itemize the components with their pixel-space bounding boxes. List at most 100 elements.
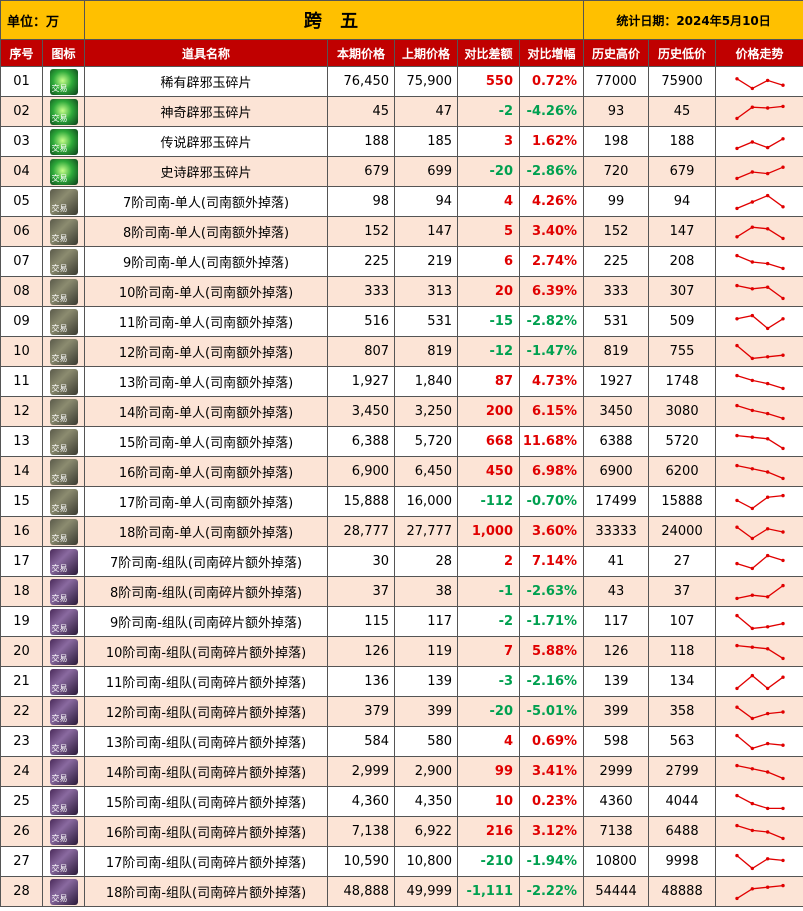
- row-number: 27: [0, 846, 43, 877]
- trend-point: [734, 343, 739, 347]
- col-header-high: 历史高价: [583, 39, 650, 67]
- price-change-pct: 0.23%: [519, 786, 585, 817]
- history-high: 6900: [583, 456, 650, 487]
- history-high: 531: [583, 306, 650, 337]
- trend-point: [780, 296, 785, 300]
- current-price: 98: [327, 186, 396, 217]
- trend-point: [780, 709, 785, 714]
- price-trend-sparkline: [734, 433, 785, 450]
- trend-point: [780, 858, 785, 862]
- price-trend-sparkline: [734, 403, 785, 420]
- trend-line: [736, 464, 783, 479]
- trend-point: [780, 621, 785, 625]
- trend-point: [750, 593, 754, 597]
- trade-tag: 交易: [51, 293, 68, 303]
- trend-point: [750, 435, 754, 439]
- trend-point: [765, 145, 769, 149]
- price-diff: 4: [457, 186, 521, 217]
- history-high: 152: [583, 216, 650, 247]
- row-number: 21: [0, 666, 43, 697]
- price-diff: -12: [457, 336, 521, 367]
- trend-line: [736, 77, 783, 89]
- item-name: 史诗辟邪玉碎片: [84, 156, 329, 187]
- trend-point: [750, 673, 754, 677]
- previous-price: 699: [394, 156, 459, 187]
- item-name: 14阶司南-组队(司南碎片额外掉落): [84, 756, 329, 787]
- trend-point: [750, 566, 754, 570]
- trend-point: [750, 866, 754, 870]
- table-row: 25 交易 15阶司南-组队(司南碎片额外掉落) 4,360 4,350 10 0.23% 4…: [0, 786, 803, 817]
- history-high: 333: [583, 276, 650, 307]
- hz-icon: 交易: [49, 248, 78, 275]
- current-price: 807: [327, 336, 396, 367]
- previous-price: 313: [394, 276, 459, 307]
- trend-line: [736, 764, 783, 779]
- price-diff: -1: [457, 576, 521, 607]
- price-trend-sparkline: [734, 373, 785, 390]
- previous-price: 1,840: [394, 366, 459, 397]
- current-price: 1,927: [327, 366, 396, 397]
- trend-point: [750, 86, 754, 90]
- team-icon: 交易: [49, 638, 78, 665]
- previous-price: 4,350: [394, 786, 459, 817]
- price-diff: -20: [457, 156, 521, 187]
- row-number: 10: [0, 336, 43, 367]
- price-change-pct: 3.12%: [519, 816, 585, 847]
- price-diff: -112: [457, 486, 521, 517]
- col-header-no: 序号: [0, 39, 43, 67]
- price-trend-sparkline: [734, 525, 785, 540]
- price-change-pct: 5.88%: [519, 636, 585, 667]
- trend-point: [734, 853, 739, 857]
- gem-icon: 交易: [49, 158, 78, 185]
- row-number: 02: [0, 96, 43, 127]
- history-low: 208: [648, 246, 717, 277]
- item-icon-cell: 交易: [41, 726, 86, 757]
- table-row: 14 交易 16阶司南-单人(司南额外掉落) 6,900 6,450 450 6.98% 69…: [0, 456, 803, 487]
- row-number: 07: [0, 246, 43, 277]
- price-diff: 668: [457, 426, 521, 457]
- trade-tag: 交易: [51, 203, 68, 213]
- trend-cell: [715, 96, 803, 127]
- item-icon-cell: 交易: [41, 366, 86, 397]
- trend-point: [750, 169, 754, 174]
- trend-point: [780, 675, 785, 679]
- history-high: 10800: [583, 846, 650, 877]
- trade-tag: 交易: [51, 113, 68, 123]
- page-title: 跨 五: [84, 0, 585, 40]
- table-row: 10 交易 12阶司南-单人(司南额外掉落) 807 819 -12 -1.47% 819 75…: [0, 336, 803, 367]
- current-price: 115: [327, 606, 396, 637]
- trend-point: [750, 139, 754, 144]
- item-name: 16阶司南-单人(司南额外掉落): [84, 456, 329, 487]
- trade-tag: 交易: [51, 263, 68, 273]
- trend-point: [734, 373, 739, 377]
- price-trend-sparkline: [734, 193, 785, 210]
- history-low: 563: [648, 726, 717, 757]
- team-icon: 交易: [49, 668, 78, 695]
- price-trend-sparkline: [734, 823, 785, 840]
- team-icon: 交易: [49, 548, 78, 575]
- trend-line: [736, 554, 783, 569]
- trend-point: [765, 193, 769, 197]
- trend-point: [750, 536, 754, 540]
- item-name: 9阶司南-单人(司南额外掉落): [84, 246, 329, 277]
- table-body: 01 交易 稀有辟邪玉碎片 76,450 75,900 550 0.72% 77000 7590…: [0, 66, 803, 907]
- row-number: 14: [0, 456, 43, 487]
- history-low: 15888: [648, 486, 717, 517]
- history-high: 598: [583, 726, 650, 757]
- current-price: 15,888: [327, 486, 396, 517]
- trend-point: [765, 624, 769, 628]
- trend-point: [750, 313, 754, 317]
- trend-point: [765, 381, 769, 385]
- previous-price: 399: [394, 696, 459, 727]
- history-high: 126: [583, 636, 650, 667]
- item-icon-cell: 交易: [41, 456, 86, 487]
- trend-point: [750, 886, 754, 890]
- trade-tag: 交易: [51, 563, 68, 573]
- item-name: 8阶司南-组队(司南碎片额外掉落): [84, 576, 329, 607]
- trade-tag: 交易: [51, 83, 68, 93]
- current-price: 28,777: [327, 516, 396, 547]
- trend-point: [750, 259, 754, 264]
- item-icon-cell: 交易: [41, 876, 86, 907]
- item-icon-cell: 交易: [41, 546, 86, 577]
- item-icon-cell: 交易: [41, 96, 86, 127]
